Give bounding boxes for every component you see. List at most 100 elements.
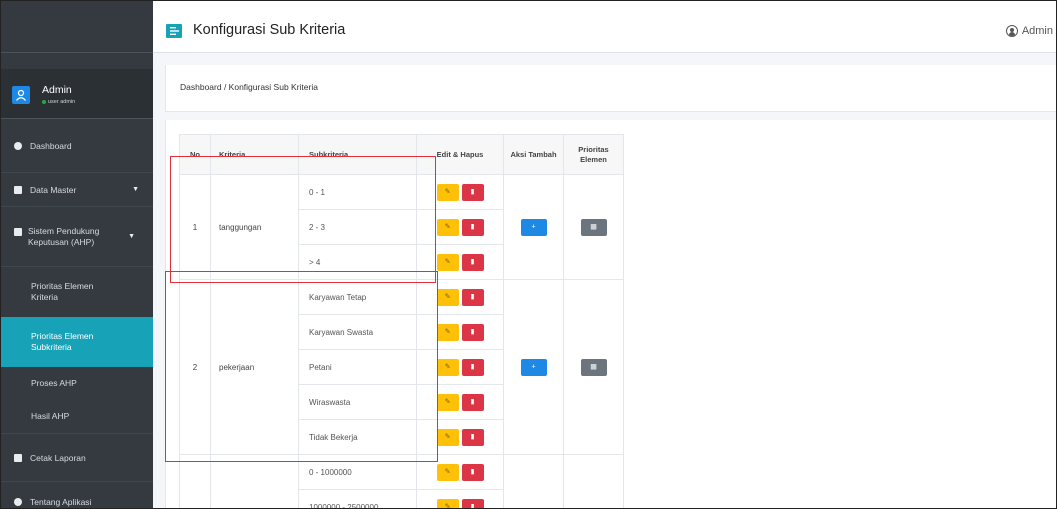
sidebar-subitem-proses-ahp[interactable]: Proses AHP <box>1 367 153 400</box>
page-title: Konfigurasi Sub Kriteria <box>193 22 346 38</box>
user-avatar-icon <box>12 86 30 104</box>
calculator-icon: ▦ <box>590 363 597 371</box>
edit-button[interactable]: ✎ <box>436 183 459 201</box>
top-navbar: Konfigurasi Sub Kriteria Admin <box>153 1 1056 53</box>
chevron-down-icon: ▼ <box>132 186 139 193</box>
trash-icon: ▮ <box>470 433 475 441</box>
chevron-down-icon: ▼ <box>128 233 135 240</box>
database-icon <box>14 185 22 194</box>
delete-button[interactable]: ▮ <box>461 288 484 306</box>
breadcrumb[interactable]: Dashboard / Konfigurasi Sub Kriteria <box>180 82 318 92</box>
add-button[interactable]: + <box>520 218 547 236</box>
sidebar-brand <box>1 1 153 53</box>
edit-hapus-cell: ✎ ▮ <box>416 244 504 280</box>
edit-button[interactable]: ✎ <box>436 428 459 446</box>
edit-icon: ✎ <box>444 363 451 371</box>
trash-icon: ▮ <box>470 468 475 476</box>
sidebar-item-dashboard[interactable]: Dashboard <box>1 119 153 173</box>
aksi-tambah-cell: + <box>503 279 564 455</box>
column-header-subkriteria: Subkriteria <box>298 134 417 175</box>
column-header-no: No <box>179 134 211 175</box>
edit-icon: ✎ <box>444 398 451 406</box>
menu-toggle-button[interactable] <box>166 24 182 38</box>
sidebar-item-label: Sistem Pendukung Keputusan (AHP) <box>28 225 100 247</box>
aksi-tambah-cell: + <box>503 174 564 280</box>
sidebar-item-label: Cetak Laporan <box>30 452 86 463</box>
sidebar-item-label: Data Master <box>30 184 77 195</box>
sidebar-subitem-prioritas-subkriteria[interactable]: Prioritas Elemen Subkriteria <box>1 317 153 367</box>
list-icon <box>169 27 179 35</box>
edit-hapus-cell: ✎ ▮ <box>416 419 504 455</box>
sidebar-item-data-master[interactable]: Data Master ▼ <box>1 173 153 207</box>
trash-icon: ▮ <box>470 503 475 509</box>
sidebar-user-name: Admin <box>42 84 72 96</box>
kriteria-cell <box>210 454 299 508</box>
edit-icon: ✎ <box>444 503 451 509</box>
info-icon <box>14 498 22 506</box>
edit-button[interactable]: ✎ <box>436 358 459 376</box>
prioritas-cell: ▦ <box>563 174 624 280</box>
edit-hapus-cell: ✎ ▮ <box>416 174 504 210</box>
subkriteria-cell: Petani <box>298 349 417 385</box>
subkriteria-table: No Kriteria Subkriteria Edit & Hapus Aks… <box>179 134 624 509</box>
sidebar-subitem-hasil-ahp[interactable]: Hasil AHP <box>1 400 153 434</box>
edit-button[interactable]: ✎ <box>436 393 459 411</box>
navbar-user-menu[interactable]: Admin <box>1005 25 1053 37</box>
subkriteria-table-wrapper: No Kriteria Subkriteria Edit & Hapus Aks… <box>179 134 624 509</box>
subkriteria-cell: Karyawan Tetap <box>298 279 417 315</box>
delete-button[interactable]: ▮ <box>461 463 484 481</box>
row-number: 2 <box>179 279 211 455</box>
sidebar: Admin user admin Dashboard Data Master ▼… <box>1 1 153 508</box>
table-row: 1 tanggungan 0 - 1 ✎ ▮ + ▦ <box>179 174 624 280</box>
subkriteria-cell: 2 - 3 <box>298 209 417 245</box>
edit-button[interactable]: ✎ <box>436 498 459 509</box>
sidebar-subitem-prioritas-kriteria[interactable]: Prioritas Elemen Kriteria <box>1 267 153 317</box>
print-icon <box>14 453 22 462</box>
delete-button[interactable]: ▮ <box>461 393 484 411</box>
edit-hapus-cell: ✎ ▮ <box>416 454 504 490</box>
prioritas-cell: ▦ <box>563 279 624 455</box>
sidebar-user-panel[interactable]: Admin user admin <box>1 69 153 119</box>
edit-hapus-cell: ✎ ▮ <box>416 209 504 245</box>
prioritas-button[interactable]: ▦ <box>580 218 607 236</box>
edit-button[interactable]: ✎ <box>436 288 459 306</box>
sidebar-item-cetak-laporan[interactable]: Cetak Laporan <box>1 434 153 482</box>
trash-icon: ▮ <box>470 293 475 301</box>
column-header-kriteria: Kriteria <box>210 134 299 175</box>
sidebar-item-tentang-aplikasi[interactable]: Tentang Aplikasi <box>1 482 153 508</box>
delete-button[interactable]: ▮ <box>461 428 484 446</box>
edit-button[interactable]: ✎ <box>436 253 459 271</box>
trash-icon: ▮ <box>470 328 475 336</box>
subkriteria-cell: 0 - 1000000 <box>298 454 417 490</box>
user-circle-icon <box>1005 25 1018 37</box>
sidebar-item-label: Tentang Aplikasi <box>30 497 92 507</box>
add-button[interactable]: + <box>520 358 547 376</box>
trash-icon: ▮ <box>470 258 475 266</box>
trash-icon: ▮ <box>470 188 475 196</box>
edit-icon: ✎ <box>444 433 451 441</box>
column-header-edit-hapus: Edit & Hapus <box>416 134 504 175</box>
edit-button[interactable]: ✎ <box>436 463 459 481</box>
column-header-aksi-tambah: Aksi Tambah <box>503 134 564 175</box>
aksi-tambah-cell <box>503 454 564 508</box>
kriteria-cell: tanggungan <box>210 174 299 280</box>
delete-button[interactable]: ▮ <box>461 498 484 509</box>
edit-hapus-cell: ✎ ▮ <box>416 384 504 420</box>
calculator-icon: ▦ <box>590 223 597 231</box>
edit-hapus-cell: ✎ ▮ <box>416 279 504 315</box>
delete-button[interactable]: ▮ <box>461 218 484 236</box>
dashboard-icon <box>14 141 22 150</box>
sidebar-item-spk-ahp[interactable]: Sistem Pendukung Keputusan (AHP) ▼ <box>1 207 153 267</box>
breadcrumb-card: Dashboard / Konfigurasi Sub Kriteria <box>165 65 1056 112</box>
trash-icon: ▮ <box>470 223 475 231</box>
delete-button[interactable]: ▮ <box>461 358 484 376</box>
delete-button[interactable]: ▮ <box>461 183 484 201</box>
edit-button[interactable]: ✎ <box>436 218 459 236</box>
prioritas-button[interactable]: ▦ <box>580 358 607 376</box>
sidebar-user-role: user admin <box>42 99 75 105</box>
edit-button[interactable]: ✎ <box>436 323 459 341</box>
edit-icon: ✎ <box>444 468 451 476</box>
delete-button[interactable]: ▮ <box>461 323 484 341</box>
table-row: 2 pekerjaan Karyawan Tetap ✎ ▮ + ▦ <box>179 279 624 455</box>
delete-button[interactable]: ▮ <box>461 253 484 271</box>
